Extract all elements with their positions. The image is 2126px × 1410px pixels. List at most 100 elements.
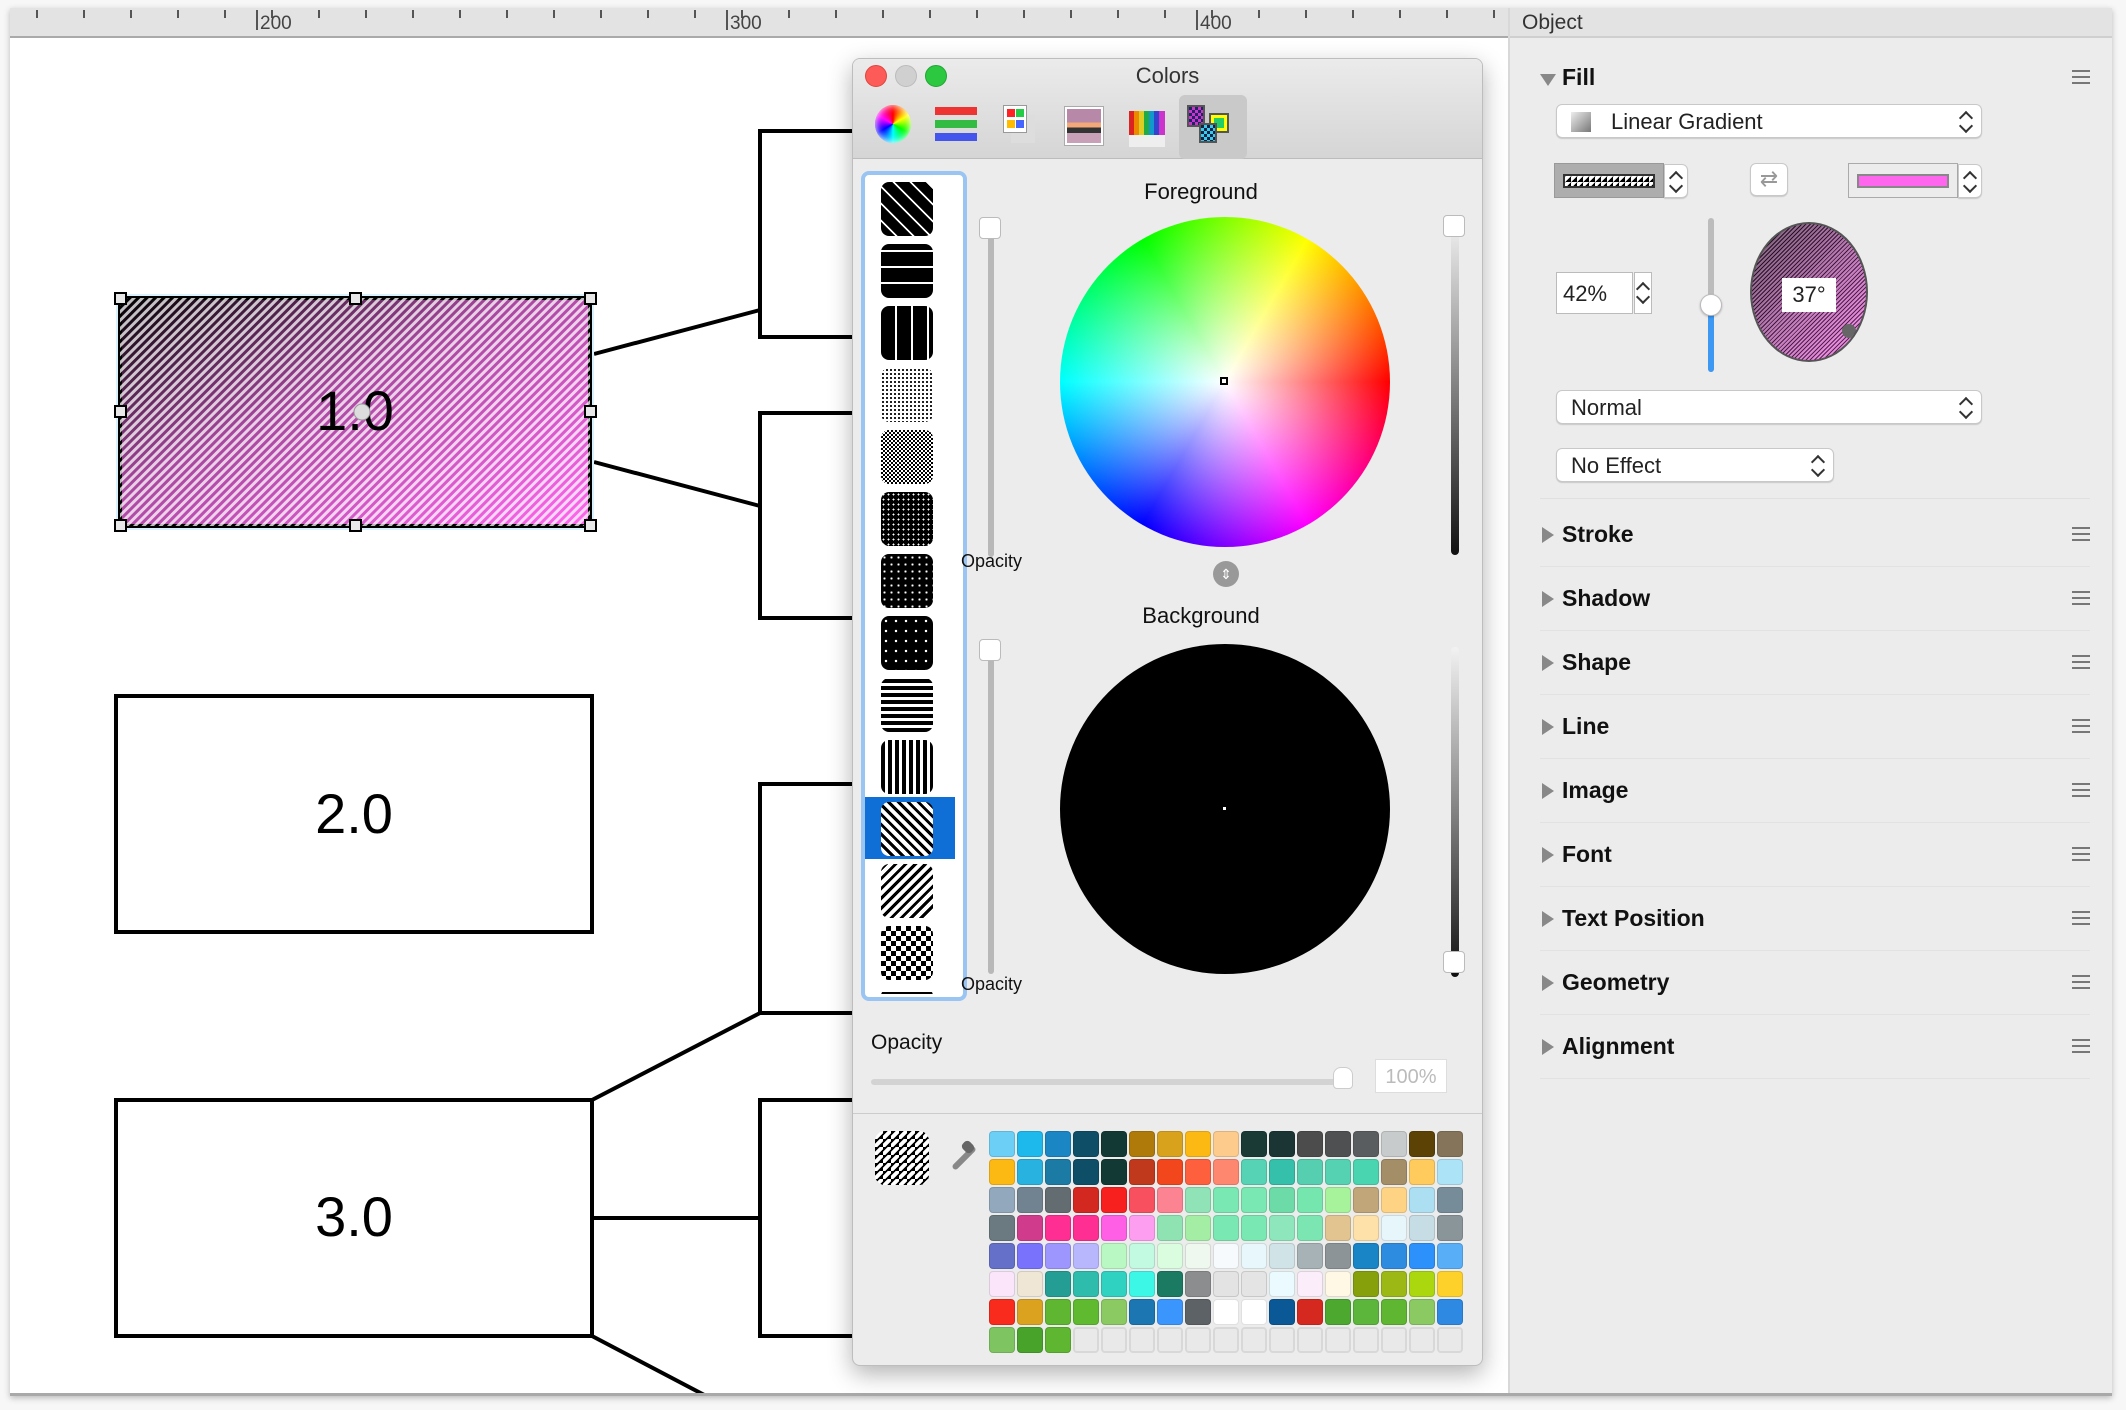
section-menu-icon[interactable] xyxy=(2072,911,2090,925)
color-swatch[interactable] xyxy=(1185,1159,1211,1185)
empty-swatch[interactable] xyxy=(1157,1327,1183,1353)
connector-line[interactable] xyxy=(593,460,761,508)
background-color-wheel[interactable] xyxy=(1060,644,1390,974)
color-swatch[interactable] xyxy=(1185,1215,1211,1241)
disclosure-triangle-icon[interactable] xyxy=(1542,911,1554,927)
color-swatch[interactable] xyxy=(1381,1243,1407,1269)
start-color-stepper[interactable] xyxy=(1664,164,1688,198)
color-swatch[interactable] xyxy=(1017,1187,1043,1213)
color-swatch[interactable] xyxy=(1381,1299,1407,1325)
color-swatch[interactable] xyxy=(1073,1215,1099,1241)
disclosure-triangle-icon[interactable] xyxy=(1542,975,1554,991)
section-menu-icon[interactable] xyxy=(2072,655,2090,669)
gradient-angle-dial[interactable]: 37° xyxy=(1750,222,1868,362)
section-menu-icon[interactable] xyxy=(2072,591,2090,605)
resize-handle[interactable] xyxy=(349,519,362,532)
slider-knob[interactable] xyxy=(1443,215,1465,237)
color-swatch[interactable] xyxy=(1381,1187,1407,1213)
section-image[interactable]: Image xyxy=(1540,759,2090,823)
foreground-opacity-slider[interactable] xyxy=(988,227,994,557)
color-swatch[interactable] xyxy=(1045,1243,1071,1269)
color-swatch[interactable] xyxy=(1437,1243,1463,1269)
mode-patterns[interactable] xyxy=(1179,95,1247,159)
pattern-item[interactable] xyxy=(865,859,955,921)
section-geometry[interactable]: Geometry xyxy=(1540,951,2090,1015)
color-swatch[interactable] xyxy=(1269,1215,1295,1241)
color-swatch[interactable] xyxy=(1381,1159,1407,1185)
color-swatch[interactable] xyxy=(1241,1299,1267,1325)
section-text-position[interactable]: Text Position xyxy=(1540,887,2090,951)
color-swatch[interactable] xyxy=(989,1159,1015,1185)
pattern-item[interactable] xyxy=(865,425,955,487)
color-swatch[interactable] xyxy=(1325,1243,1351,1269)
color-swatch[interactable] xyxy=(1241,1187,1267,1213)
color-swatch[interactable] xyxy=(1437,1131,1463,1157)
color-swatch[interactable] xyxy=(1381,1215,1407,1241)
disclosure-triangle-icon[interactable] xyxy=(1542,719,1554,735)
section-line[interactable]: Line xyxy=(1540,695,2090,759)
color-swatch[interactable] xyxy=(1185,1131,1211,1157)
resize-handle[interactable] xyxy=(114,519,127,532)
disclosure-triangle-icon[interactable] xyxy=(1542,655,1554,671)
color-swatch[interactable] xyxy=(989,1187,1015,1213)
section-shadow[interactable]: Shadow xyxy=(1540,567,2090,631)
color-swatch[interactable] xyxy=(1297,1271,1323,1297)
connector-line[interactable] xyxy=(591,1011,761,1102)
color-swatch[interactable] xyxy=(1045,1327,1071,1353)
color-swatch[interactable] xyxy=(1129,1159,1155,1185)
color-swatch[interactable] xyxy=(1241,1271,1267,1297)
pattern-item[interactable] xyxy=(865,921,955,983)
resize-handle[interactable] xyxy=(584,519,597,532)
color-swatch[interactable] xyxy=(1073,1243,1099,1269)
swap-colors-button[interactable]: ⇄ xyxy=(1750,163,1788,196)
empty-swatch[interactable] xyxy=(1213,1327,1239,1353)
color-swatch[interactable] xyxy=(1353,1299,1379,1325)
pattern-item[interactable] xyxy=(865,239,955,301)
blend-mode-popup[interactable]: Normal xyxy=(1556,390,1982,424)
color-swatch[interactable] xyxy=(989,1271,1015,1297)
color-swatch[interactable] xyxy=(1101,1187,1127,1213)
color-swatch[interactable] xyxy=(1409,1299,1435,1325)
pattern-item[interactable] xyxy=(865,735,955,797)
color-swatch[interactable] xyxy=(1157,1215,1183,1241)
slider-knob[interactable] xyxy=(1333,1067,1353,1089)
empty-swatch[interactable] xyxy=(1185,1327,1211,1353)
color-swatch[interactable] xyxy=(1045,1299,1071,1325)
empty-swatch[interactable] xyxy=(1101,1327,1127,1353)
color-swatch[interactable] xyxy=(1101,1159,1127,1185)
color-swatch[interactable] xyxy=(1017,1271,1043,1297)
mode-color-palettes[interactable] xyxy=(997,101,1049,153)
eyedropper-button[interactable] xyxy=(943,1139,979,1175)
resize-handle[interactable] xyxy=(114,292,127,305)
empty-swatch[interactable] xyxy=(1297,1327,1323,1353)
color-swatch[interactable] xyxy=(1269,1299,1295,1325)
color-swatch[interactable] xyxy=(1297,1243,1323,1269)
midpoint-slider[interactable] xyxy=(1700,218,1722,372)
colors-panel-titlebar[interactable]: Colors xyxy=(853,59,1482,159)
color-swatch[interactable] xyxy=(1297,1187,1323,1213)
resize-handle[interactable] xyxy=(349,292,362,305)
color-swatch[interactable] xyxy=(1157,1187,1183,1213)
color-swatch[interactable] xyxy=(1353,1159,1379,1185)
fill-type-popup[interactable]: Linear Gradient xyxy=(1556,104,1982,138)
empty-swatch[interactable] xyxy=(1409,1327,1435,1353)
slider-knob[interactable] xyxy=(979,639,1001,661)
color-swatch[interactable] xyxy=(1101,1243,1127,1269)
color-swatch[interactable] xyxy=(1101,1215,1127,1241)
section-menu-icon[interactable] xyxy=(2072,847,2090,861)
color-swatch[interactable] xyxy=(1437,1159,1463,1185)
color-swatch[interactable] xyxy=(1073,1299,1099,1325)
color-swatch[interactable] xyxy=(1213,1131,1239,1157)
color-swatch[interactable] xyxy=(1129,1215,1155,1241)
mode-image-palettes[interactable] xyxy=(1061,101,1113,153)
color-swatch[interactable] xyxy=(1157,1243,1183,1269)
color-swatch[interactable] xyxy=(1409,1187,1435,1213)
empty-swatch[interactable] xyxy=(1129,1327,1155,1353)
color-swatch[interactable] xyxy=(1017,1327,1043,1353)
color-swatch[interactable] xyxy=(1353,1187,1379,1213)
empty-swatch[interactable] xyxy=(1269,1327,1295,1353)
pattern-item[interactable] xyxy=(865,611,955,673)
pattern-item[interactable] xyxy=(865,797,955,859)
color-swatch[interactable] xyxy=(1101,1299,1127,1325)
color-swatch[interactable] xyxy=(1437,1187,1463,1213)
